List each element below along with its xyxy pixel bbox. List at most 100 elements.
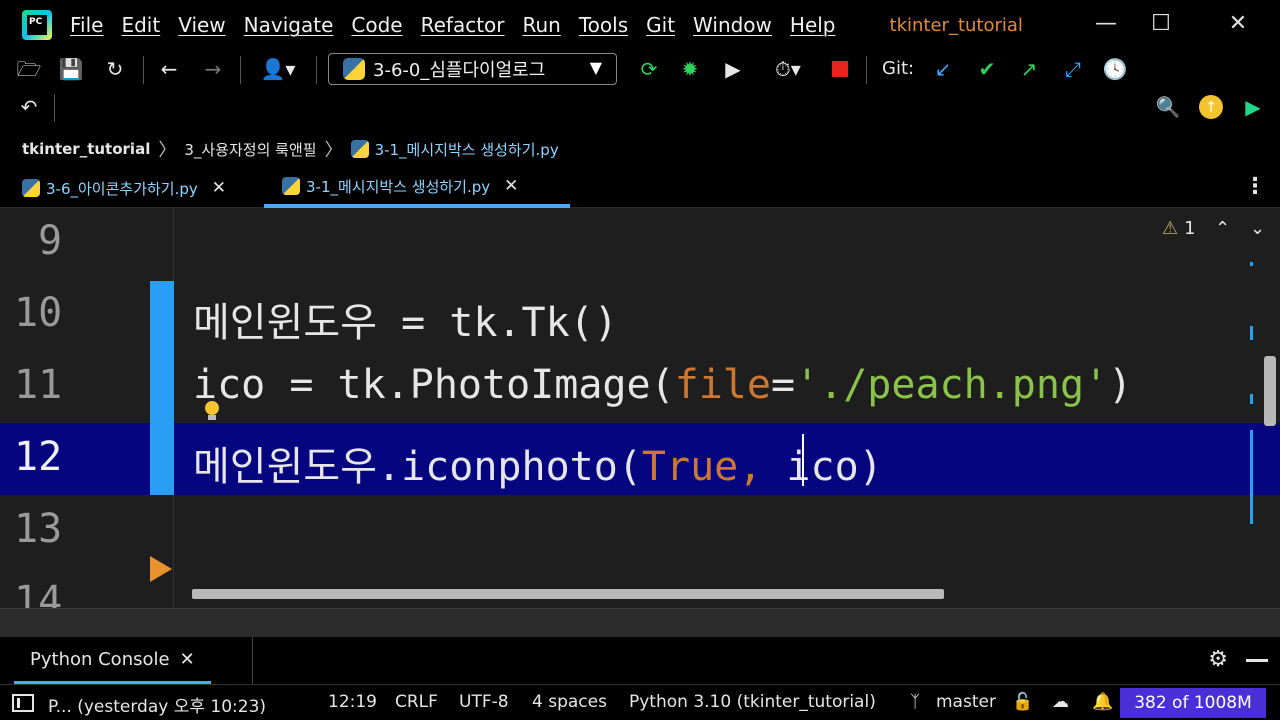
debug-bug-icon[interactable]: ✹ [677, 56, 703, 82]
git-push-icon[interactable]: ↗ [1016, 56, 1042, 82]
toolbar-divider [866, 56, 867, 84]
toolbar-divider [240, 56, 241, 84]
close-tab-icon[interactable]: ✕ [504, 176, 518, 196]
close-tab-icon[interactable]: ✕ [180, 649, 195, 670]
breadcrumb-folder[interactable]: 3_사용자정의 룩앤필 [184, 139, 316, 160]
tab-python-console[interactable]: Python Console ✕ [14, 637, 211, 685]
git-commit-icon[interactable]: ✔ [974, 56, 1000, 82]
breadcrumb-file[interactable]: 3-1_메시지박스 생성하기.py [375, 139, 559, 160]
breadcrumb-project[interactable]: tkinter_tutorial [22, 140, 150, 158]
notifications-bell-icon[interactable]: 🔔 [1092, 692, 1113, 712]
run-with-coverage-icon[interactable]: ▶ [720, 56, 746, 82]
next-highlight-icon[interactable]: ⌄ [1250, 218, 1265, 239]
more-tabs-icon[interactable]: ⋮ [1244, 174, 1266, 199]
vertical-scrollbar[interactable] [1264, 356, 1276, 426]
rerun-icon[interactable]: ⟳ [636, 56, 662, 82]
menu-refactor[interactable]: Refactor [421, 13, 505, 37]
run-configuration-select[interactable]: 3-6-0_심플다이얼로그 ▼ [328, 53, 617, 85]
toggle-tool-windows-icon[interactable] [12, 694, 34, 712]
scroll-marker[interactable] [1250, 394, 1253, 404]
back-arrow-icon[interactable]: ← [156, 56, 182, 82]
line-number: 14 [14, 578, 63, 608]
scroll-marker[interactable] [1250, 262, 1253, 266]
menu-run[interactable]: Run [523, 13, 561, 37]
menu-git[interactable]: Git [646, 13, 675, 37]
menu-tools[interactable]: Tools [579, 13, 628, 37]
save-icon[interactable]: 💾 [58, 56, 84, 82]
menu-navigate[interactable]: Navigate [244, 13, 334, 37]
python-file-icon [22, 179, 40, 197]
git-branch[interactable]: master [936, 692, 996, 712]
chevron-down-icon: ▼ [589, 58, 602, 77]
editor-tab-bar: 3-6_아이콘추가하기.py ✕ 3-1_메시지박스 생성하기.py ✕ ⋮ [0, 168, 1280, 208]
minimize-window-button[interactable]: — [1092, 12, 1120, 38]
warning-icon: ⚠ [1162, 218, 1179, 239]
menu-edit[interactable]: Edit [121, 13, 160, 37]
tool-window-header: Python Console ✕ ⚙ [0, 637, 1280, 685]
forward-arrow-icon[interactable]: → [200, 56, 226, 82]
hide-tool-window-icon[interactable] [1246, 659, 1268, 662]
tab-label: 3-1_메시지박스 생성하기.py [306, 177, 491, 196]
maximize-window-button[interactable]: ☐ [1147, 12, 1175, 38]
sync-icon[interactable]: ↻ [102, 56, 128, 82]
previous-highlight-icon[interactable]: ⌃ [1215, 218, 1230, 239]
caret-position[interactable]: 12:19 [328, 692, 377, 712]
menu-file[interactable]: File [70, 13, 103, 37]
string-literal: './peach.png' [795, 362, 1109, 408]
menu-help[interactable]: Help [790, 13, 836, 37]
breadcrumb: tkinter_tutorial 〉 3_사용자정의 룩앤필 〉 3-1_메시지… [0, 130, 1280, 168]
code-editor[interactable]: 9 10 11 12 13 14 메인윈도우 = tk.Tk() ico = t… [0, 208, 1280, 608]
close-tab-icon[interactable]: ✕ [212, 178, 226, 198]
stop-icon[interactable] [827, 56, 853, 82]
status-message[interactable]: P... (yesterday 오후 10:23) [48, 692, 266, 717]
inspection-widget[interactable]: ⚠ 1 [1162, 218, 1196, 239]
menu-window[interactable]: Window [693, 13, 772, 37]
line-number-gutter: 9 10 11 12 13 14 [0, 208, 174, 608]
line-separator[interactable]: CRLF [395, 692, 438, 712]
logo-text: PC [27, 15, 47, 35]
history-clock-icon[interactable]: 🕓 [1102, 56, 1128, 82]
python-file-icon [282, 177, 300, 195]
breakpoint-arrow-icon[interactable] [150, 556, 172, 582]
menu-bar: PC File Edit View Navigate Code Refactor… [0, 0, 1280, 50]
line-number-current: 12 [14, 434, 63, 480]
cloud-settings-icon[interactable]: ☁ [1052, 692, 1069, 712]
keyword-true: True, [641, 444, 763, 490]
code-line-11: ico = tk.PhotoImage(file='./peach.png') [193, 362, 1132, 408]
gear-icon[interactable]: ⚙ [1208, 647, 1228, 672]
git-update-icon[interactable]: ↙ [930, 56, 956, 82]
python-file-icon [343, 58, 365, 80]
file-encoding[interactable]: UTF-8 [459, 692, 509, 712]
search-icon[interactable]: 🔍 [1155, 94, 1181, 120]
pycharm-logo-icon[interactable]: PC [22, 10, 52, 40]
user-dropdown-icon[interactable]: 👤▾ [256, 56, 300, 82]
undo-icon[interactable]: ↶ [16, 94, 42, 120]
code-text: ) [1108, 362, 1133, 408]
python-interpreter[interactable]: Python 3.10 (tkinter_tutorial) [629, 692, 876, 712]
line-number: 11 [14, 362, 63, 408]
line-number: 9 [38, 218, 63, 264]
git-label: Git: [882, 58, 915, 79]
indentation[interactable]: 4 spaces [532, 692, 607, 712]
tab-label: Python Console [30, 648, 170, 670]
menu-view[interactable]: View [178, 13, 225, 37]
code-text: ico = tk.PhotoImage( [193, 362, 675, 408]
lightbulb-icon[interactable] [205, 401, 221, 421]
vcs-change-marker[interactable] [150, 281, 174, 495]
horizontal-scrollbar[interactable] [192, 589, 944, 599]
scroll-marker[interactable] [1250, 326, 1253, 340]
update-available-icon[interactable]: ↑ [1198, 94, 1224, 120]
open-folder-icon[interactable]: 🗁 [16, 56, 42, 82]
code-text: = [770, 362, 796, 408]
lock-icon[interactable]: 🔓 [1012, 692, 1033, 712]
memory-indicator[interactable]: 382 of 1008M [1120, 688, 1266, 718]
python-file-icon [350, 140, 369, 158]
profile-run-icon[interactable]: ⏱▾ [760, 56, 816, 82]
git-compare-icon[interactable]: ⤢ [1060, 56, 1086, 82]
tab-icon-file[interactable]: 3-6_아이콘추가하기.py ✕ [22, 168, 226, 208]
close-window-button[interactable]: ✕ [1224, 12, 1252, 38]
tab-messagebox-file[interactable]: 3-1_메시지박스 생성하기.py ✕ [264, 168, 570, 208]
scroll-marker[interactable] [1250, 430, 1253, 524]
menu-code[interactable]: Code [351, 13, 402, 37]
code-with-me-icon[interactable]: ▶ [1240, 94, 1266, 120]
